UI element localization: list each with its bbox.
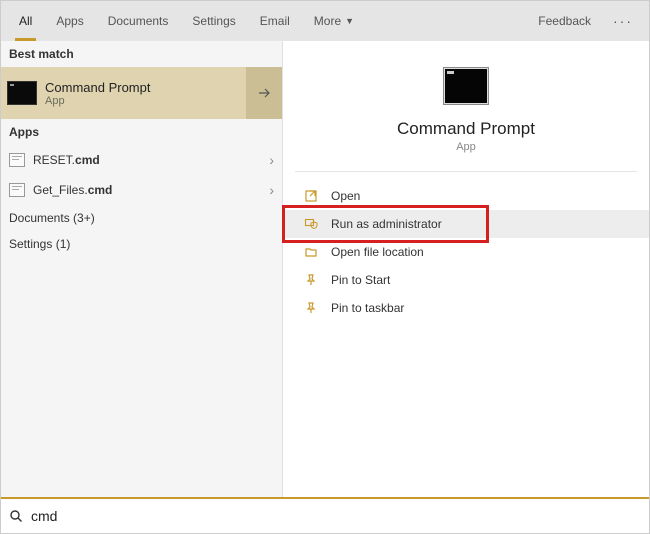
action-open[interactable]: Open: [283, 182, 649, 210]
preview-panel: Command Prompt App Open Run as administr…: [283, 41, 649, 497]
tab-email[interactable]: Email: [248, 1, 302, 41]
apps-list: RESET.cmd › Get_Files.cmd ›: [1, 145, 282, 205]
action-run-as-administrator[interactable]: Run as administrator: [283, 210, 649, 238]
best-match-title: Command Prompt: [45, 80, 246, 95]
overflow-menu-button[interactable]: ···: [603, 1, 643, 41]
preview-subtitle: App: [456, 141, 476, 153]
chevron-right-icon: ›: [269, 152, 274, 168]
tab-settings[interactable]: Settings: [180, 1, 247, 41]
preview-title: Command Prompt: [397, 119, 535, 139]
cmd-file-icon: [9, 183, 25, 197]
shield-icon: [303, 217, 319, 231]
cmd-file-icon: [9, 153, 25, 167]
expand-arrow-button[interactable]: [246, 67, 282, 119]
folder-icon: [303, 245, 319, 259]
command-prompt-icon: [443, 67, 489, 105]
feedback-link[interactable]: Feedback: [526, 1, 603, 41]
arrow-right-icon: [256, 85, 272, 101]
tab-all[interactable]: All: [7, 1, 44, 41]
app-result[interactable]: Get_Files.cmd ›: [1, 175, 282, 205]
filter-tabs: All Apps Documents Settings Email More ▼…: [1, 1, 649, 41]
preview-hero: Command Prompt App: [283, 41, 649, 171]
best-match-subtitle: App: [45, 95, 246, 107]
start-search-window: All Apps Documents Settings Email More ▼…: [0, 0, 650, 534]
action-pin-to-taskbar[interactable]: Pin to taskbar: [283, 294, 649, 322]
search-input[interactable]: [31, 508, 641, 524]
tab-documents[interactable]: Documents: [96, 1, 181, 41]
tab-apps[interactable]: Apps: [44, 1, 95, 41]
search-icon: [9, 509, 23, 523]
chevron-right-icon: ›: [269, 182, 274, 198]
search-bar[interactable]: [1, 497, 649, 533]
open-icon: [303, 189, 319, 203]
app-result[interactable]: RESET.cmd ›: [1, 145, 282, 175]
settings-category[interactable]: Settings (1): [1, 231, 282, 257]
apps-header: Apps: [1, 119, 282, 145]
results-panel: Best match Command Prompt App Apps RESET…: [1, 41, 283, 497]
action-open-file-location[interactable]: Open file location: [283, 238, 649, 266]
documents-category[interactable]: Documents (3+): [1, 205, 282, 231]
command-prompt-icon: [7, 81, 37, 105]
tab-more[interactable]: More ▼: [302, 1, 366, 41]
pin-icon: [303, 273, 319, 287]
action-pin-to-start[interactable]: Pin to Start: [283, 266, 649, 294]
main-area: Best match Command Prompt App Apps RESET…: [1, 41, 649, 497]
chevron-down-icon: ▼: [345, 16, 354, 26]
best-match-result[interactable]: Command Prompt App: [1, 67, 282, 119]
actions-list: Open Run as administrator Open file loca…: [283, 172, 649, 322]
pin-icon: [303, 301, 319, 315]
best-match-header: Best match: [1, 41, 282, 67]
